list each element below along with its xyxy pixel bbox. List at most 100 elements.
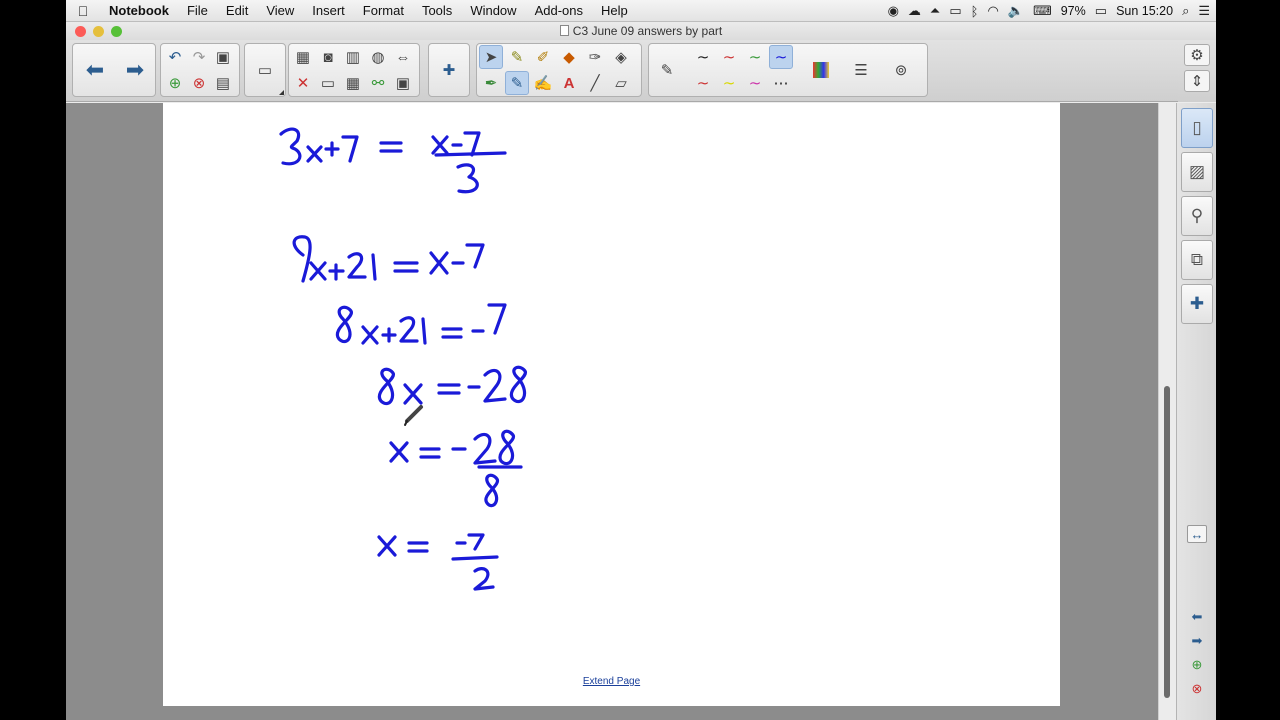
insert-page-button[interactable]: ⊕ xyxy=(163,71,187,95)
next-page-nav[interactable]: ➡ xyxy=(1187,632,1207,650)
open-button[interactable]: ▣ xyxy=(211,45,235,69)
pen-style-1[interactable]: ∼ xyxy=(691,45,715,69)
tab-addons[interactable]: ✚ xyxy=(1181,284,1213,324)
text-icon: A xyxy=(563,74,575,92)
ink-line-3[interactable] xyxy=(335,303,507,345)
next-page-button[interactable]: ➡ xyxy=(115,44,155,96)
redo-button[interactable]: ↷ xyxy=(187,45,211,69)
properties-button[interactable]: ☰ xyxy=(849,58,873,82)
vertical-scrollbar[interactable] xyxy=(1158,103,1176,720)
select-tool[interactable]: ➤ xyxy=(479,45,503,69)
wifi-icon[interactable]: ◠ xyxy=(987,3,998,19)
link-button[interactable]: ⚯ xyxy=(366,71,390,95)
apple-menu-icon[interactable]:  xyxy=(66,3,100,19)
undo-button[interactable]: ↶ xyxy=(163,45,187,69)
addons-button[interactable]: ✚ xyxy=(437,58,461,82)
extend-page-link[interactable]: Extend Page xyxy=(583,676,640,687)
creative-cloud-icon[interactable]: ☁ xyxy=(908,3,921,19)
save-button[interactable]: ▤ xyxy=(211,71,235,95)
fullscreen-button[interactable]: ▣ xyxy=(391,71,415,95)
document-icon xyxy=(559,25,569,36)
table-button[interactable]: ▦ xyxy=(341,71,365,95)
creative-pen-tool[interactable]: ✒ xyxy=(479,71,503,95)
pen-type-button[interactable]: ✎ xyxy=(655,58,679,82)
menu-help[interactable]: Help xyxy=(592,3,637,18)
resize-button[interactable]: ⇔ xyxy=(391,45,415,69)
line-style-blue-icon: ∼ xyxy=(774,49,788,66)
close-window-button[interactable] xyxy=(75,26,86,37)
pen-style-6[interactable]: ∼ xyxy=(717,71,741,95)
menu-addons[interactable]: Add-ons xyxy=(526,3,592,18)
toggle-panel-side-button[interactable]: ↔ xyxy=(1187,525,1207,543)
scrollbar-thumb[interactable] xyxy=(1164,386,1170,698)
airplay-icon[interactable]: ▭ xyxy=(949,3,961,19)
delete-page-nav[interactable]: ⊗ xyxy=(1187,680,1207,698)
paste-button[interactable]: ▦ xyxy=(291,45,315,69)
tab-gallery[interactable]: ▨ xyxy=(1181,152,1213,192)
clock[interactable]: Sun 15:20 xyxy=(1116,4,1173,18)
link-tool-button[interactable]: ⊚ xyxy=(889,58,913,82)
notifications-icon[interactable]: ⏶ xyxy=(930,3,940,19)
tab-page-sorter[interactable]: ▯ xyxy=(1181,108,1213,148)
eraser-tool[interactable]: ▱ xyxy=(609,71,633,95)
color-palette-button[interactable] xyxy=(809,58,833,82)
minimize-window-button[interactable] xyxy=(93,26,104,37)
menu-window[interactable]: Window xyxy=(461,3,525,18)
pen-style-4[interactable]: ∼ xyxy=(769,45,793,69)
ink-line-1[interactable] xyxy=(279,127,507,194)
ink-line-2[interactable] xyxy=(292,235,485,283)
document-camera-button[interactable]: ▥ xyxy=(341,45,365,69)
capture-button[interactable]: ▭ xyxy=(316,71,340,95)
web-button[interactable]: ◍ xyxy=(366,45,390,69)
screen-shade-button[interactable]: ▭ xyxy=(253,58,277,82)
menu-view[interactable]: View xyxy=(257,3,303,18)
text-tool[interactable]: A xyxy=(557,71,581,95)
calligraphy-pen-tool[interactable]: ✍ xyxy=(531,71,555,95)
tab-properties[interactable]: ⧉ xyxy=(1181,240,1213,280)
volume-icon[interactable]: 🔈 xyxy=(1008,3,1024,19)
app-menu[interactable]: Notebook xyxy=(100,3,178,18)
delete-page-button[interactable]: ⊗ xyxy=(187,71,211,95)
previous-page-nav[interactable]: ⬅ xyxy=(1187,608,1207,626)
magic-pen-tool[interactable]: ✑ xyxy=(583,45,607,69)
ink-line-6[interactable] xyxy=(377,533,499,591)
keyboard-icon[interactable]: ⌨ xyxy=(1033,3,1052,19)
highlighter-tool[interactable]: ✐ xyxy=(531,45,555,69)
window-title: C3 June 09 answers by part xyxy=(572,24,723,38)
ink-line-5[interactable] xyxy=(389,429,523,508)
record-icon[interactable]: ◉ xyxy=(888,3,899,19)
menu-file[interactable]: File xyxy=(178,3,217,18)
tab-attachments[interactable]: ⚲ xyxy=(1181,196,1213,236)
pen-style-2[interactable]: ∼ xyxy=(717,45,741,69)
menu-insert[interactable]: Insert xyxy=(303,3,354,18)
add-page-nav[interactable]: ⊕ xyxy=(1187,656,1207,674)
menu-tools[interactable]: Tools xyxy=(413,3,461,18)
customize-toolbar-button[interactable]: ⚙ xyxy=(1184,44,1210,66)
pen-style-7[interactable]: ∼ xyxy=(743,71,767,95)
bluetooth-icon[interactable]: ᛒ xyxy=(971,4,979,19)
notification-center-icon[interactable]: ☰ xyxy=(1198,3,1210,19)
spotlight-search-icon[interactable]: ⌕ xyxy=(1182,3,1189,19)
pen-style-5[interactable]: ∼ xyxy=(691,71,715,95)
notebook-page[interactable]: Extend Page xyxy=(163,103,1060,706)
zoom-window-button[interactable] xyxy=(111,26,122,37)
ink-line-4[interactable] xyxy=(377,365,527,406)
fill-tool[interactable]: ◈ xyxy=(609,45,633,69)
pen-style-8[interactable]: ⋯ xyxy=(769,71,793,95)
battery-icon[interactable]: ▭ xyxy=(1095,3,1107,19)
move-toolbar-button[interactable]: ⇕ xyxy=(1184,70,1210,92)
gallery-icon: ▨ xyxy=(1188,162,1206,181)
menu-format[interactable]: Format xyxy=(354,3,413,18)
extend-page-area: Extend Page xyxy=(163,676,1060,687)
handwritten-working[interactable] xyxy=(163,103,1060,706)
menu-edit[interactable]: Edit xyxy=(217,3,257,18)
line-tool[interactable]: ╱ xyxy=(583,71,607,95)
pen-tool[interactable]: ✎ xyxy=(505,45,529,69)
camera-button[interactable]: ◙ xyxy=(316,45,340,69)
shape-tool[interactable]: ◆ xyxy=(557,45,581,69)
pen-tool-active[interactable]: ✎ xyxy=(505,71,529,95)
addons-icon: ✚ xyxy=(1189,294,1205,313)
pen-style-3[interactable]: ∼ xyxy=(743,45,767,69)
previous-page-button[interactable]: ⬅ xyxy=(75,44,115,96)
delete-button[interactable]: ✕ xyxy=(291,71,315,95)
